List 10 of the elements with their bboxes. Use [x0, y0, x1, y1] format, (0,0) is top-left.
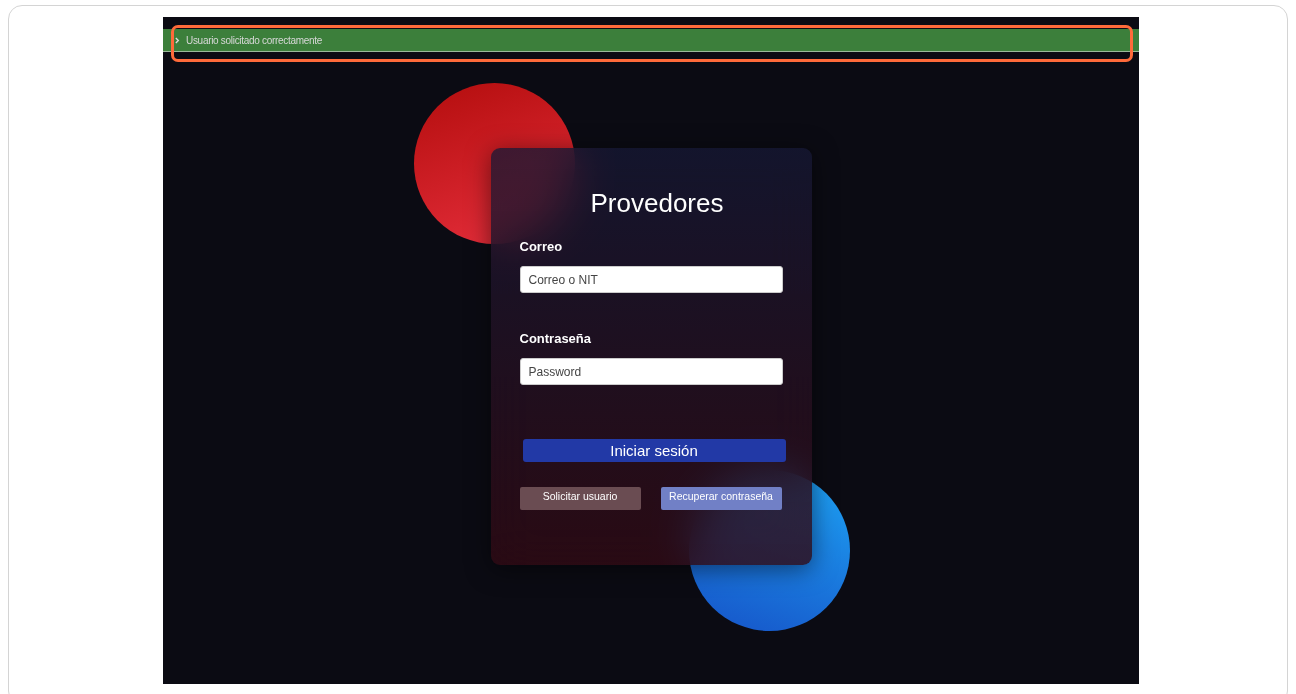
login-button[interactable]: Iniciar sesión	[522, 439, 786, 462]
recover-password-button[interactable]: Recuperar contraseña	[660, 487, 782, 510]
chevron-icon[interactable]	[175, 36, 180, 44]
field-label: Correo	[519, 239, 564, 254]
form-title: Provedores	[589, 188, 725, 219]
banner-message: Usuario solicitado correctamente	[186, 34, 323, 46]
field-label: Contraseña	[519, 331, 593, 346]
input-field[interactable]: Correo o NIT	[519, 266, 783, 293]
request-user-button[interactable]: Solicitar usuario	[519, 487, 641, 510]
input-field[interactable]: Password	[519, 358, 783, 385]
